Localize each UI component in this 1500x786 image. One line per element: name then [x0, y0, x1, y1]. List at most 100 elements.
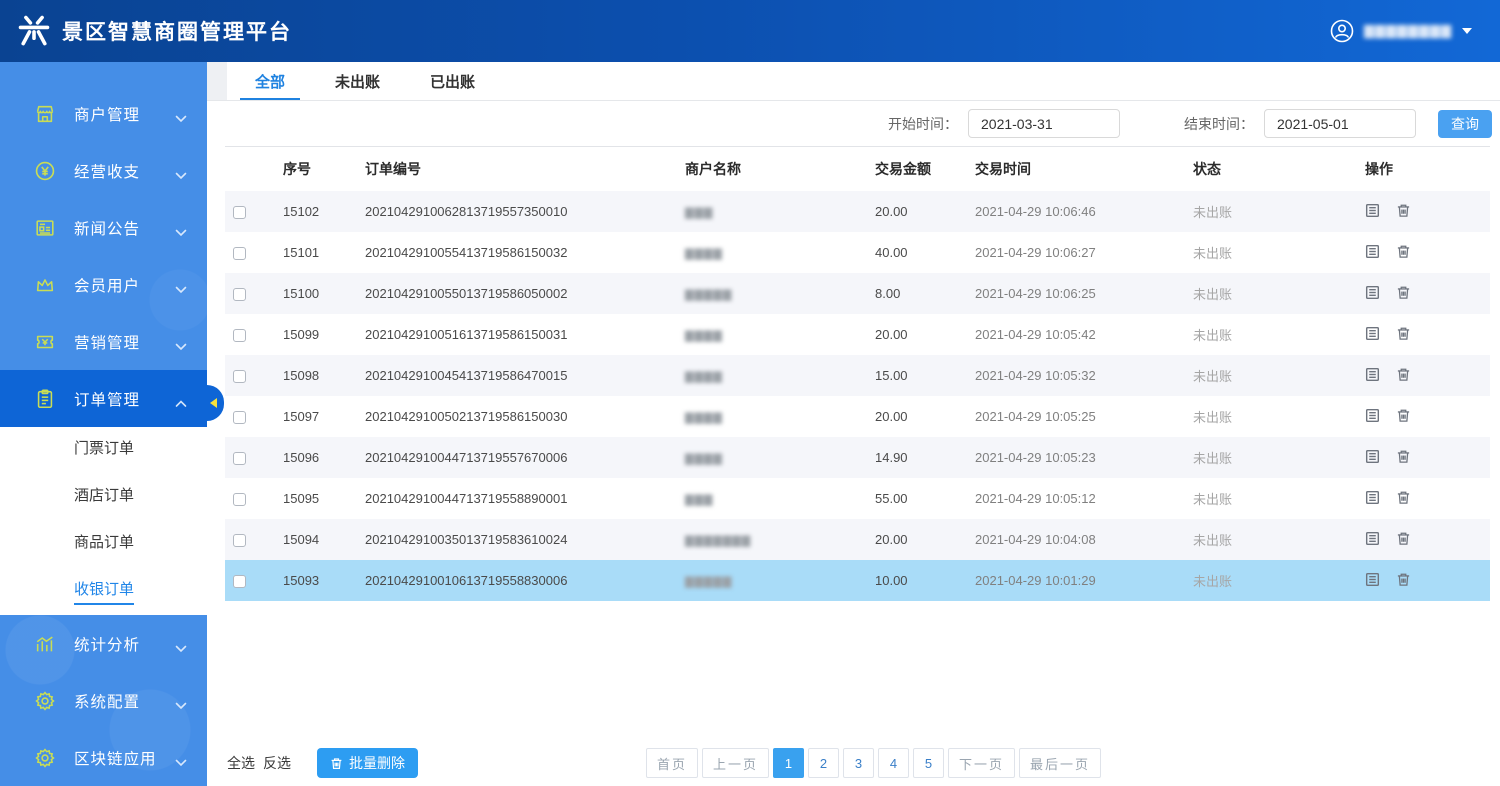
- delete-row-icon[interactable]: [1396, 244, 1411, 262]
- table-row[interactable]: 150972021042910050213719586150030▇▇▇▇20.…: [225, 396, 1490, 437]
- cell-time: 2021-04-29 10:06:25: [975, 273, 1193, 314]
- status-badge: 未出账: [1193, 519, 1365, 560]
- view-detail-icon[interactable]: [1365, 531, 1380, 549]
- cell-order-no: 2021042910044713719558890001: [365, 478, 685, 519]
- tab-已出账[interactable]: 已出账: [430, 62, 475, 100]
- sidebar-item-3[interactable]: 新闻公告: [0, 199, 207, 256]
- sidebar-item-5[interactable]: 营销管理: [0, 313, 207, 370]
- cell-amount: 20.00: [875, 519, 975, 560]
- page-button-5[interactable]: 5: [913, 748, 944, 778]
- table-row[interactable]: 150932021042910010613719558830006▇▇▇▇▇10…: [225, 560, 1490, 601]
- column-header: 订单编号: [365, 147, 685, 191]
- cell-order-no: 2021042910035013719583610024: [365, 519, 685, 560]
- table-row[interactable]: 150942021042910035013719583610024▇▇▇▇▇▇▇…: [225, 519, 1490, 560]
- delete-row-icon[interactable]: [1396, 285, 1411, 303]
- page-button-1[interactable]: 1: [773, 748, 804, 778]
- delete-row-icon[interactable]: [1396, 531, 1411, 549]
- view-detail-icon[interactable]: [1365, 326, 1380, 344]
- invert-selection-link[interactable]: 反选: [263, 753, 291, 773]
- view-detail-icon[interactable]: [1365, 490, 1380, 508]
- user-menu[interactable]: ▇▇▇▇▇▇▇▇: [1330, 0, 1472, 62]
- table-row[interactable]: 150962021042910044713719557670006▇▇▇▇14.…: [225, 437, 1490, 478]
- delete-row-icon[interactable]: [1396, 326, 1411, 344]
- view-detail-icon[interactable]: [1365, 449, 1380, 467]
- cell-amount: 40.00: [875, 232, 975, 273]
- row-checkbox[interactable]: [233, 575, 246, 588]
- sidebar-item-1[interactable]: 商户管理: [0, 85, 207, 142]
- pagination-下一页[interactable]: 下一页: [948, 748, 1015, 778]
- table-row[interactable]: 151012021042910055413719586150032▇▇▇▇40.…: [225, 232, 1490, 273]
- pagination-最后一页[interactable]: 最后一页: [1019, 748, 1101, 778]
- view-detail-icon[interactable]: [1365, 203, 1380, 221]
- row-checkbox[interactable]: [233, 411, 246, 424]
- row-checkbox[interactable]: [233, 493, 246, 506]
- view-detail-icon[interactable]: [1365, 408, 1380, 426]
- cell-merchant-masked: ▇▇▇▇: [685, 247, 723, 260]
- view-detail-icon[interactable]: [1365, 244, 1380, 262]
- status-badge: 未出账: [1193, 355, 1365, 396]
- view-detail-icon[interactable]: [1365, 572, 1380, 590]
- select-all-link[interactable]: 全选: [227, 753, 255, 773]
- table-row[interactable]: 150992021042910051613719586150031▇▇▇▇20.…: [225, 314, 1490, 355]
- submenu-item[interactable]: 门票订单: [0, 427, 207, 474]
- sidebar-item-2[interactable]: 经营收支: [0, 142, 207, 199]
- submenu-item[interactable]: 酒店订单: [0, 474, 207, 521]
- cell-amount: 20.00: [875, 314, 975, 355]
- delete-row-icon[interactable]: [1396, 490, 1411, 508]
- row-checkbox[interactable]: [233, 534, 246, 547]
- table-row[interactable]: 151022021042910062813719557350010▇▇▇20.0…: [225, 191, 1490, 232]
- order-icon: [33, 387, 57, 411]
- page-button-4[interactable]: 4: [878, 748, 909, 778]
- sidebar-item-4[interactable]: 会员用户: [0, 256, 207, 313]
- view-detail-icon[interactable]: [1365, 367, 1380, 385]
- delete-row-icon[interactable]: [1396, 203, 1411, 221]
- shop-icon: [33, 102, 57, 126]
- delete-row-icon[interactable]: [1396, 449, 1411, 467]
- status-badge: 未出账: [1193, 273, 1365, 314]
- bulk-actions: 全选 反选 批量删除: [227, 748, 418, 778]
- table-row[interactable]: 150982021042910045413719586470015▇▇▇▇15.…: [225, 355, 1490, 396]
- tab-未出账[interactable]: 未出账: [335, 62, 380, 100]
- sidebar-item-6[interactable]: 订单管理: [0, 370, 207, 427]
- sidebar-item-8[interactable]: 系统配置: [0, 672, 207, 729]
- cell-merchant-masked: ▇▇▇▇: [685, 452, 723, 465]
- user-avatar-icon: [1330, 19, 1354, 43]
- cell-merchant-masked: ▇▇▇▇▇▇▇: [685, 534, 751, 547]
- column-header: 序号: [283, 147, 365, 191]
- pagination-首页[interactable]: 首页: [646, 748, 698, 778]
- start-time-input[interactable]: [968, 109, 1120, 138]
- table-header-row: 序号订单编号商户名称交易金额交易时间状态操作: [225, 147, 1490, 191]
- sidebar-item-9[interactable]: 区块链应用: [0, 729, 207, 786]
- tab-全部[interactable]: 全部: [255, 62, 285, 100]
- page-button-2[interactable]: 2: [808, 748, 839, 778]
- sidebar-item-label: 区块链应用: [74, 747, 175, 769]
- search-button[interactable]: 查询: [1438, 110, 1492, 138]
- view-detail-icon[interactable]: [1365, 285, 1380, 303]
- page-button-3[interactable]: 3: [843, 748, 874, 778]
- delete-row-icon[interactable]: [1396, 408, 1411, 426]
- row-checkbox[interactable]: [233, 452, 246, 465]
- cell-order-no: 2021042910050213719586150030: [365, 396, 685, 437]
- end-time-input[interactable]: [1264, 109, 1416, 138]
- submenu-item[interactable]: 商品订单: [0, 521, 207, 568]
- row-checkbox[interactable]: [233, 288, 246, 301]
- column-header: 操作: [1365, 147, 1490, 191]
- sidebar-item-7[interactable]: 统计分析: [0, 615, 207, 672]
- submenu-item[interactable]: 收银订单: [0, 568, 207, 615]
- row-checkbox[interactable]: [233, 370, 246, 383]
- delete-row-icon[interactable]: [1396, 367, 1411, 385]
- yen-circle-icon: [33, 159, 57, 183]
- chevron-down-icon: [175, 110, 187, 118]
- row-checkbox[interactable]: [233, 247, 246, 260]
- table-row[interactable]: 150952021042910044713719558890001▇▇▇55.0…: [225, 478, 1490, 519]
- row-checkbox[interactable]: [233, 206, 246, 219]
- row-checkbox[interactable]: [233, 329, 246, 342]
- pagination-上一页[interactable]: 上一页: [702, 748, 769, 778]
- batch-delete-button[interactable]: 批量删除: [317, 748, 418, 778]
- table-row[interactable]: 151002021042910055013719586050002▇▇▇▇▇8.…: [225, 273, 1490, 314]
- cell-time: 2021-04-29 10:06:46: [975, 191, 1193, 232]
- platform-logo-icon: [16, 14, 52, 48]
- cell-order-no: 2021042910062813719557350010: [365, 191, 685, 232]
- cell-order-no: 2021042910055413719586150032: [365, 232, 685, 273]
- delete-row-icon[interactable]: [1396, 572, 1411, 590]
